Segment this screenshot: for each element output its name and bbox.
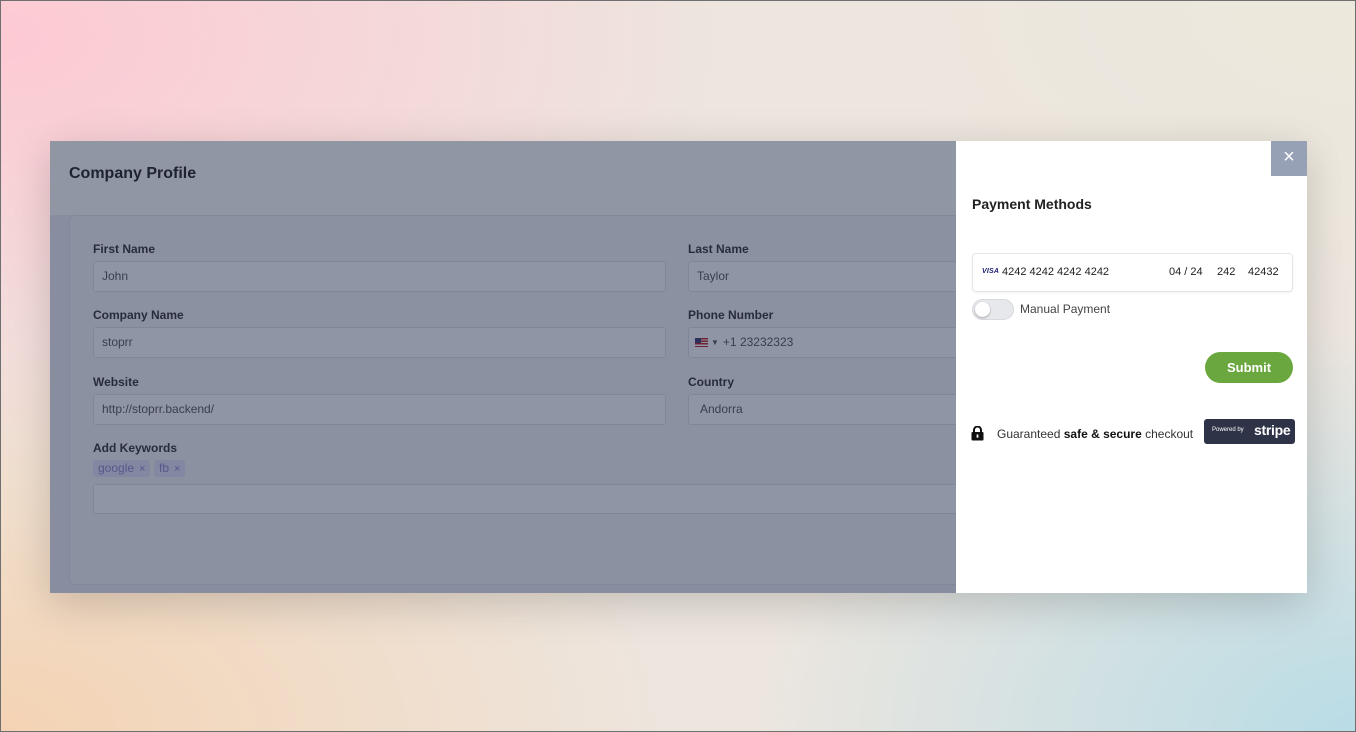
powered-by-stripe-badge[interactable]: Powered by stripe (1204, 419, 1295, 444)
card-zip-field[interactable]: 42432 (1248, 266, 1279, 278)
submit-button[interactable]: Submit (1205, 352, 1293, 383)
app-window: Company Profile First Name John Last Nam… (50, 141, 1307, 593)
visa-icon: VISA (982, 268, 1000, 275)
secure-checkout-row: Guaranteed safe & secure checkout Powere… (971, 419, 1301, 451)
card-expiry-field[interactable]: 04 / 24 (1169, 266, 1203, 278)
payment-methods-drawer: × Payment Methods VISA 4242 4242 4242 42… (956, 141, 1307, 593)
stripe-logo: stripe (1254, 422, 1291, 438)
card-number-field[interactable]: 4242 4242 4242 4242 (1002, 266, 1109, 278)
secure-checkout-text: Guaranteed safe & secure checkout (997, 427, 1194, 441)
drawer-title: Payment Methods (972, 196, 1092, 212)
powered-by-text: Powered by (1212, 427, 1244, 433)
card-cvc-field[interactable]: 242 (1217, 266, 1235, 278)
manual-payment-toggle[interactable] (972, 299, 1014, 320)
close-icon[interactable]: × (1271, 141, 1307, 176)
card-element[interactable]: VISA 4242 4242 4242 4242 04 / 24 242 424… (972, 253, 1293, 292)
lock-icon (971, 426, 984, 441)
modal-backdrop[interactable] (50, 141, 956, 593)
manual-payment-label: Manual Payment (1020, 302, 1111, 316)
toggle-knob (975, 302, 990, 317)
